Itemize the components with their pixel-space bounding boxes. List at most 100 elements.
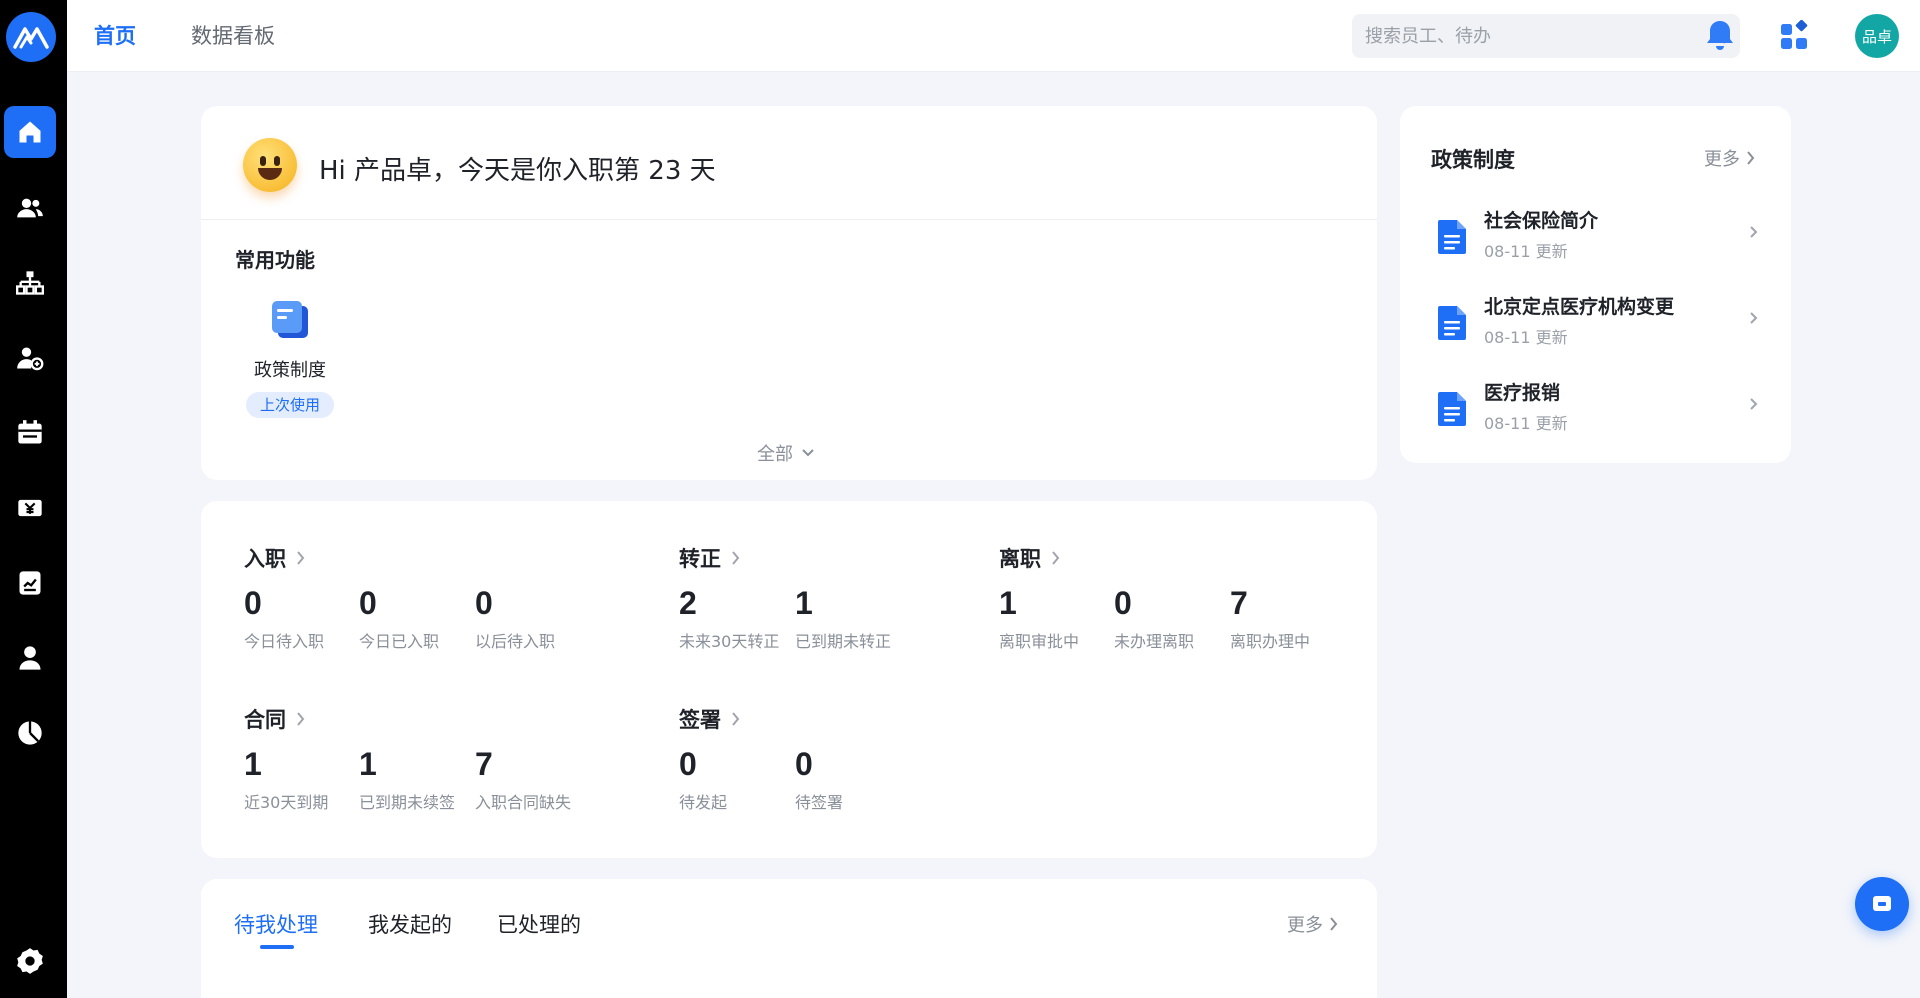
sidebar-item-home[interactable] [4, 106, 56, 158]
stat-item[interactable]: 0 待签署 [795, 746, 911, 813]
group-title: 离职 [999, 547, 1041, 571]
chevron-down-icon [802, 449, 814, 457]
stat-label: 今日已入职 [359, 632, 440, 651]
bell-icon[interactable] [1704, 18, 1736, 52]
stat-item[interactable]: 0 今日已入职 [359, 585, 475, 652]
stat-item[interactable]: 1 已到期未续签 [359, 746, 475, 813]
sidebar-item-settings[interactable] [4, 935, 56, 987]
chevron-right-icon [1750, 312, 1758, 324]
home-icon [19, 121, 41, 143]
todo-more-link[interactable]: 更多 [1287, 911, 1338, 937]
report-icon [19, 571, 41, 595]
sidebar-item-attendance[interactable] [4, 407, 56, 459]
chevron-right-icon [1750, 398, 1758, 410]
sidebar-item-profile[interactable] [4, 632, 56, 684]
stat-label: 离职审批中 [999, 632, 1080, 651]
stat-value: 1 [244, 746, 262, 782]
stat-value: 1 [795, 585, 813, 621]
pie-chart-icon [18, 721, 42, 745]
sidebar-item-report[interactable] [4, 557, 56, 609]
group-title: 入职 [244, 547, 286, 571]
policy-doc-item[interactable]: 北京定点医疗机构变更 08-11 更新 [1430, 290, 1760, 356]
show-all-button[interactable]: 全部 [757, 440, 815, 466]
tab-processed[interactable]: 已处理的 [497, 909, 581, 939]
stat-item[interactable]: 0 未办理离职 [1114, 585, 1230, 652]
function-item-policy[interactable]: 政策制度 [247, 298, 333, 382]
smile-emoji-icon [243, 138, 297, 192]
stat-item[interactable]: 0 以后待入职 [475, 585, 591, 652]
sidebar-item-analytics[interactable] [4, 707, 56, 759]
stat-value: 7 [475, 746, 493, 782]
chevron-right-icon [1747, 151, 1755, 165]
doc-updated: 08-11 更新 [1484, 328, 1568, 347]
user-add-icon [17, 347, 44, 371]
tab-home[interactable]: 首页 [94, 20, 136, 50]
stat-item[interactable]: 1 已到期未转正 [795, 585, 911, 652]
signing-group-link[interactable]: 签署 [679, 704, 740, 734]
regularization-group-link[interactable]: 转正 [679, 543, 740, 573]
org-chart-icon [16, 271, 44, 295]
policy-doc-item[interactable]: 医疗报销 08-11 更新 [1430, 376, 1760, 442]
chevron-right-icon [297, 551, 305, 565]
sidebar-item-onboard[interactable] [4, 332, 56, 384]
search-box [1352, 14, 1740, 58]
todo-more-label: 更多 [1287, 915, 1323, 936]
doc-title: 北京定点医疗机构变更 [1484, 296, 1675, 318]
stat-label: 已到期未续签 [359, 793, 456, 812]
settings-icon [17, 948, 43, 974]
welcome-card: Hi 产品卓，今天是你入职第 23 天 常用功能 政策制度 上次使用 全部 [201, 106, 1377, 480]
stat-item[interactable]: 0 待发起 [679, 746, 795, 813]
app-logo[interactable] [6, 12, 56, 62]
onboarding-group-link[interactable]: 入职 [244, 543, 305, 573]
group-title: 签署 [679, 708, 721, 732]
sidebar-item-people[interactable] [4, 182, 56, 234]
sidebar [0, 0, 67, 998]
contract-group-link[interactable]: 合同 [244, 704, 305, 734]
search-input[interactable] [1352, 14, 1740, 58]
common-functions-title: 常用功能 [235, 248, 315, 272]
stat-item[interactable]: 2 未来30天转正 [679, 585, 795, 652]
tab-data-board[interactable]: 数据看板 [191, 20, 275, 50]
stat-value: 0 [475, 585, 493, 621]
stat-value: 0 [679, 746, 697, 782]
person-icon [19, 646, 41, 670]
sidebar-item-salary[interactable] [4, 482, 56, 534]
top-bar: 首页 数据看板 品卓 [67, 0, 1920, 72]
sidebar-item-org[interactable] [4, 257, 56, 309]
stat-label: 离职办理中 [1230, 632, 1311, 651]
stat-label: 待签署 [795, 793, 844, 812]
salary-icon [18, 499, 42, 517]
offboarding-group-link[interactable]: 离职 [999, 543, 1060, 573]
stat-value: 1 [359, 746, 377, 782]
policy-doc-item[interactable]: 社会保险简介 08-11 更新 [1430, 204, 1760, 270]
apps-grid-icon[interactable] [1779, 20, 1811, 52]
hr-stats-card: 入职 0 今日待入职 0 今日已入职 0 以后待入职 转正 2 未来30天转正 1 已到期… [201, 501, 1377, 858]
stat-item[interactable]: 0 今日待入职 [244, 585, 360, 652]
stat-value: 7 [1230, 585, 1248, 621]
stat-item[interactable]: 1 离职审批中 [999, 585, 1115, 652]
policy-card: 政策制度 更多 社会保险简介 08-11 更新 北京定点医疗机构变更 08-11… [1400, 106, 1791, 463]
group-title: 合同 [244, 708, 286, 732]
stat-item[interactable]: 1 近30天到期 [244, 746, 360, 813]
chevron-right-icon [732, 712, 740, 726]
stat-label: 今日待入职 [244, 632, 325, 651]
stat-value: 2 [679, 585, 697, 621]
chevron-right-icon [1750, 226, 1758, 238]
tab-initiated[interactable]: 我发起的 [368, 909, 452, 939]
greeting-text: Hi 产品卓，今天是你入职第 23 天 [319, 156, 716, 186]
stat-item[interactable]: 7 入职合同缺失 [475, 746, 591, 813]
floating-chat-button[interactable] [1855, 877, 1909, 931]
chevron-right-icon [297, 712, 305, 726]
tab-pending[interactable]: 待我处理 [234, 909, 318, 939]
calendar-icon [18, 420, 42, 444]
people-icon [17, 198, 43, 218]
greeting-row: Hi 产品卓，今天是你入职第 23 天 [201, 106, 1377, 220]
policy-more-link[interactable]: 更多 [1704, 145, 1755, 171]
stat-value: 0 [244, 585, 262, 621]
chevron-right-icon [1330, 917, 1338, 931]
stat-label: 待发起 [679, 793, 728, 812]
avatar[interactable]: 品卓 [1855, 14, 1899, 58]
stat-value: 0 [1114, 585, 1132, 621]
stat-label: 以后待入职 [475, 632, 556, 651]
stat-item[interactable]: 7 离职办理中 [1230, 585, 1346, 652]
